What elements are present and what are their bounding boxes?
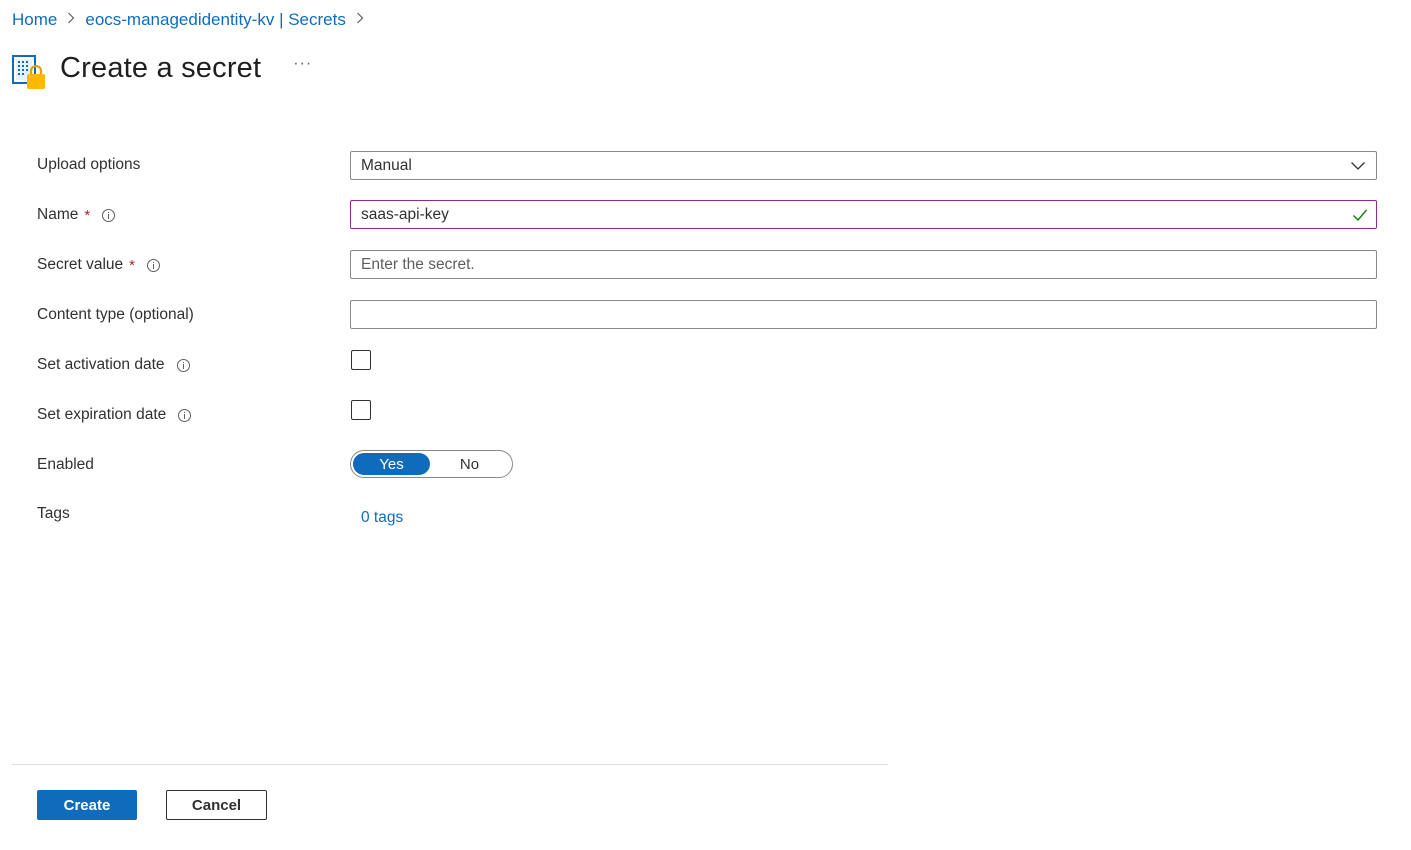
info-icon[interactable] — [102, 208, 116, 222]
breadcrumb: Home eocs-managedidentity-kv | Secrets — [12, 10, 374, 30]
expiration-date-checkbox[interactable] — [351, 400, 371, 420]
upload-options-label: Upload options — [37, 156, 140, 174]
cancel-button[interactable]: Cancel — [166, 790, 267, 820]
name-label: Name * — [37, 206, 116, 224]
chevron-right-icon — [356, 11, 364, 27]
enabled-no-option[interactable]: No — [431, 453, 508, 475]
info-icon[interactable] — [178, 408, 192, 422]
breadcrumb-key-vault-secrets[interactable]: eocs-managedidentity-kv | Secrets — [85, 10, 345, 30]
more-options-icon[interactable]: ··· — [293, 55, 312, 73]
content-type-label-text: Content type (optional) — [37, 306, 194, 323]
upload-options-label-text: Upload options — [37, 156, 141, 173]
name-input-value: saas-api-key — [361, 205, 449, 223]
enabled-yes-option[interactable]: Yes — [353, 453, 430, 475]
name-label-text: Name — [37, 206, 79, 223]
checkmark-icon — [1352, 208, 1368, 227]
key-vault-secret-icon — [12, 44, 48, 92]
upload-options-value: Manual — [361, 156, 412, 174]
tags-label-text: Tags — [37, 505, 70, 522]
chevron-down-icon — [1350, 158, 1366, 179]
chevron-right-icon — [67, 11, 75, 27]
tags-label: Tags — [37, 505, 70, 523]
upload-options-dropdown[interactable]: Manual — [350, 151, 1377, 180]
enabled-label: Enabled — [37, 456, 94, 474]
required-asterisk: * — [129, 256, 136, 274]
enabled-label-text: Enabled — [37, 456, 94, 473]
secret-value-label-text: Secret value — [37, 256, 124, 273]
page-title: Create a secret — [60, 51, 262, 84]
secret-value-input[interactable] — [350, 250, 1377, 279]
breadcrumb-home[interactable]: Home — [12, 10, 57, 30]
activation-date-label: Set activation date — [37, 356, 190, 374]
expiration-date-label: Set expiration date — [37, 406, 192, 424]
activation-date-label-text: Set activation date — [37, 356, 165, 373]
content-type-input[interactable] — [350, 300, 1377, 329]
create-button[interactable]: Create — [37, 790, 137, 820]
content-type-label: Content type (optional) — [37, 306, 194, 324]
expiration-date-label-text: Set expiration date — [37, 406, 167, 423]
required-asterisk: * — [84, 206, 91, 224]
activation-date-checkbox[interactable] — [351, 350, 371, 370]
page-header: Create a secret ··· — [12, 44, 312, 92]
info-icon[interactable] — [176, 358, 190, 372]
footer-divider — [12, 764, 888, 765]
enabled-toggle: Yes No — [350, 450, 513, 478]
tags-link[interactable]: 0 tags — [361, 509, 403, 527]
info-icon[interactable] — [147, 258, 161, 272]
secret-value-label: Secret value * — [37, 256, 161, 274]
name-input[interactable]: saas-api-key — [350, 200, 1377, 229]
